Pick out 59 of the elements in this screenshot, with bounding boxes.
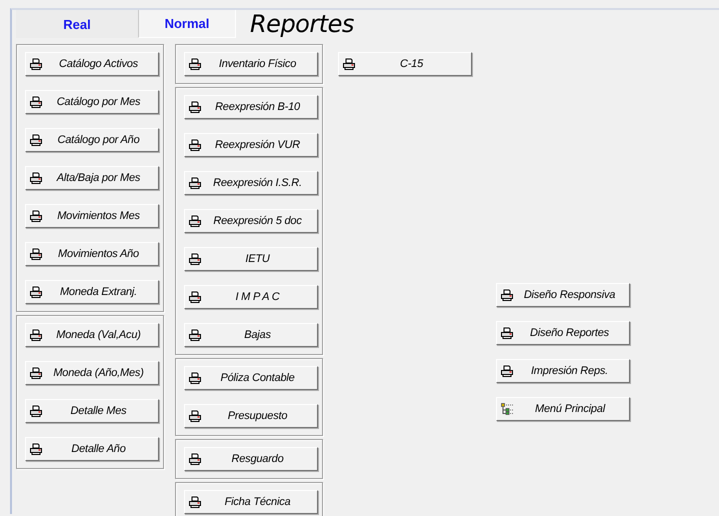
report-button[interactable]: Reexpresión B-10 [184,95,318,119]
printer-icon [189,453,201,465]
report-button[interactable]: Diseño Reportes [496,321,630,345]
report-button[interactable]: Catálogo por Año [25,128,159,152]
printer-icon [30,172,42,184]
printer-icon [189,291,201,303]
report-button[interactable]: Moneda Extranj. [25,280,159,304]
printer-icon [189,215,201,227]
printer-icon [189,58,201,70]
printer-icon [189,329,201,341]
printer-icon [189,410,201,422]
report-button[interactable]: Póliza Contable [184,366,318,390]
report-button[interactable]: Catálogo por Mes [25,90,159,114]
report-button[interactable]: IETU [184,247,318,271]
printer-icon [501,289,513,301]
printer-icon [30,329,42,341]
report-button[interactable]: C-15 [338,52,472,76]
printer-icon [501,365,513,377]
report-button[interactable]: Alta/Baja por Mes [25,166,159,190]
printer-icon [30,210,42,222]
printer-icon [30,443,42,455]
report-button[interactable]: Moneda (Año,Mes) [25,361,159,385]
report-button[interactable]: I M P A C [184,285,318,309]
printer-icon [189,496,201,508]
report-button[interactable]: Ficha Técnica [184,490,318,514]
report-button[interactable]: Reexpresión 5 doc [184,209,318,233]
page-title: Reportes [250,10,354,38]
printer-icon [189,372,201,384]
report-button[interactable]: Detalle Mes [25,399,159,423]
printer-icon [189,139,201,151]
report-button[interactable]: Movimientos Año [25,242,159,266]
report-button[interactable]: Reexpresión VUR [184,133,318,157]
report-button[interactable]: Presupuesto [184,404,318,428]
printer-icon [189,101,201,113]
report-button[interactable]: Inventario Físico [184,52,318,76]
report-button[interactable]: Bajas [184,323,318,347]
printer-icon [30,248,42,260]
report-button[interactable]: Impresión Reps. [496,359,630,383]
report-button[interactable]: Detalle Año [25,437,159,461]
report-button[interactable]: Reexpresión I.S.R. [184,171,318,195]
tab[interactable]: Normal [138,10,236,38]
printer-icon [30,134,42,146]
printer-icon [30,405,42,417]
report-button[interactable]: Resguardo [184,447,318,471]
printer-icon [189,177,201,189]
printer-icon [30,286,42,298]
printer-icon [501,327,513,339]
printer-icon [189,253,201,265]
printer-icon [30,58,42,70]
printer-icon [30,367,42,379]
report-button[interactable]: Moneda (Val,Acu) [25,323,159,347]
tree-menu-icon [501,403,514,415]
tab[interactable]: Real [16,10,138,38]
report-button[interactable]: Menú Principal [496,397,630,421]
report-button[interactable]: Diseño Responsiva [496,283,630,307]
printer-icon [343,58,355,70]
printer-icon [30,96,42,108]
report-button[interactable]: Catálogo Activos [25,52,159,76]
report-button[interactable]: Movimientos Mes [25,204,159,228]
